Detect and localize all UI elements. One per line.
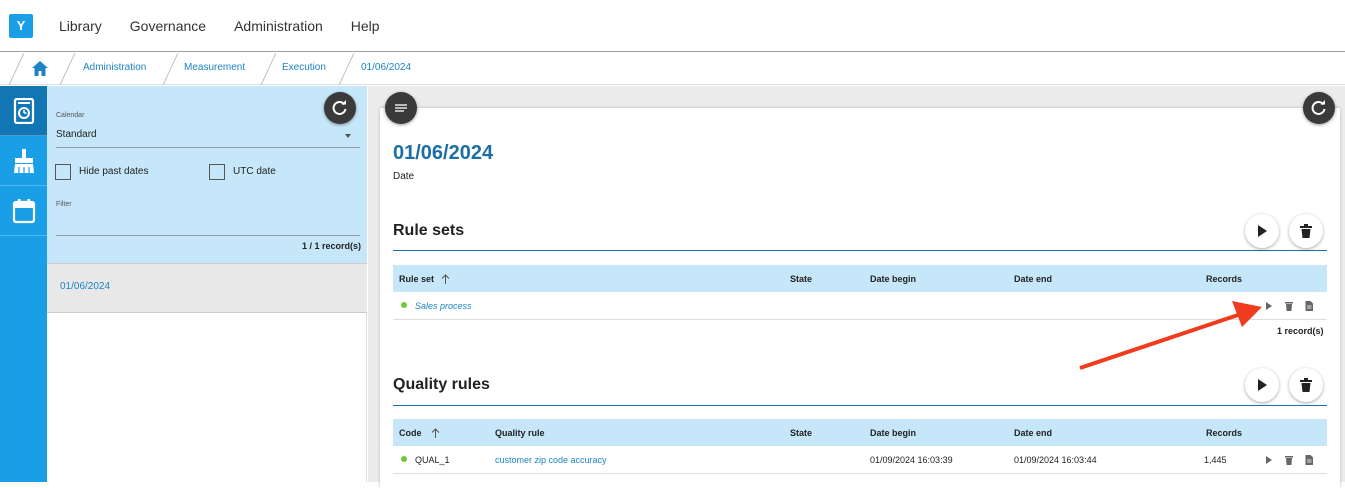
detail-refresh-button[interactable] bbox=[1303, 92, 1335, 124]
main-nav: Library Governance Administration Help bbox=[59, 18, 408, 34]
record-count: 1 / 1 record(s) bbox=[301, 241, 361, 251]
utc-date-checkbox[interactable] bbox=[209, 164, 225, 180]
rule-sets-table-header: Rule set State Date begin Date end Recor… bbox=[393, 265, 1327, 292]
column-header-rule-set[interactable]: Rule set bbox=[399, 274, 434, 284]
nav-governance[interactable]: Governance bbox=[130, 18, 206, 34]
delete-rule-sets-button[interactable] bbox=[1289, 214, 1323, 248]
trash-icon bbox=[1300, 224, 1312, 238]
trash-icon[interactable] bbox=[1283, 300, 1295, 312]
filter-box: Calendar Standard Hide past dates UTC da… bbox=[47, 86, 367, 263]
quality-rule-code: QUAL_1 bbox=[415, 455, 450, 465]
hide-past-dates-label: Hide past dates bbox=[79, 166, 149, 177]
nav-library[interactable]: Library bbox=[59, 18, 102, 34]
column-header-date-end[interactable]: Date end bbox=[1014, 428, 1052, 438]
column-header-date-end[interactable]: Date end bbox=[1014, 274, 1052, 284]
status-dot bbox=[401, 456, 407, 462]
column-header-quality-rule[interactable]: Quality rule bbox=[495, 428, 545, 438]
quality-rule-date-end: 01/09/2024 16:03:44 bbox=[1014, 455, 1097, 465]
quality-rules-title: Quality rules bbox=[393, 376, 490, 393]
rail-item-cleaning[interactable] bbox=[0, 136, 47, 186]
breadcrumb-divider bbox=[260, 53, 277, 85]
home-icon[interactable] bbox=[32, 61, 48, 76]
left-rail bbox=[0, 86, 47, 482]
rule-set-name[interactable]: Sales process bbox=[415, 301, 472, 311]
filter-input[interactable] bbox=[56, 235, 360, 236]
refresh-button[interactable] bbox=[324, 92, 356, 124]
page-title: 01/06/2024 bbox=[393, 142, 494, 164]
nav-administration[interactable]: Administration bbox=[234, 18, 323, 34]
top-bar: Y Library Governance Administration Help bbox=[0, 0, 1345, 52]
rule-sets-title: Rule sets bbox=[393, 222, 465, 239]
measurement-icon bbox=[13, 97, 34, 124]
column-header-date-begin[interactable]: Date begin bbox=[870, 428, 916, 438]
column-header-state[interactable]: State bbox=[790, 428, 812, 438]
quality-rule-name[interactable]: customer zip code accuracy bbox=[495, 455, 607, 465]
rule-sets-record-count: 1 record(s) bbox=[1277, 326, 1324, 336]
page-subtitle: Date bbox=[393, 171, 415, 182]
column-header-records[interactable]: Records bbox=[1206, 428, 1242, 438]
play-icon bbox=[1258, 225, 1267, 237]
column-header-records[interactable]: Records bbox=[1206, 274, 1242, 284]
quality-rule-records: 1,445 bbox=[1204, 455, 1227, 465]
breadcrumb-current: 01/06/2024 bbox=[361, 62, 412, 73]
delete-quality-rules-button[interactable] bbox=[1289, 368, 1323, 402]
calendar-panel: Calendar Standard Hide past dates UTC da… bbox=[47, 86, 367, 482]
play-icon[interactable] bbox=[1263, 454, 1275, 466]
rail-item-calendar[interactable] bbox=[0, 186, 47, 236]
column-header-code[interactable]: Code bbox=[399, 428, 422, 438]
table-row: Sales process bbox=[393, 292, 1327, 320]
column-header-state[interactable]: State bbox=[790, 274, 812, 284]
document-icon[interactable] bbox=[1303, 454, 1315, 466]
chevron-down-icon[interactable] bbox=[345, 134, 351, 138]
document-icon[interactable] bbox=[1303, 300, 1315, 312]
breadcrumb-measurement[interactable]: Measurement bbox=[184, 62, 245, 73]
play-icon bbox=[1258, 379, 1267, 391]
column-header-date-begin[interactable]: Date begin bbox=[870, 274, 916, 284]
sort-up-icon[interactable] bbox=[431, 428, 440, 438]
calendar-select[interactable]: Standard bbox=[56, 129, 97, 140]
play-icon[interactable] bbox=[1263, 300, 1275, 312]
quality-rule-date-begin: 01/09/2024 16:03:39 bbox=[870, 455, 953, 465]
run-quality-rules-button[interactable] bbox=[1245, 368, 1279, 402]
filter-label: Filter bbox=[56, 201, 72, 208]
list-item-date[interactable]: 01/06/2024 bbox=[60, 281, 110, 292]
quality-rules-table-header: Code Quality rule State Date begin Date … bbox=[393, 419, 1327, 446]
brush-icon bbox=[13, 148, 34, 173]
section-divider bbox=[393, 405, 1327, 406]
calendar-label: Calendar bbox=[56, 112, 85, 119]
table-row: QUAL_1 customer zip code accuracy 01/09/… bbox=[393, 446, 1327, 474]
menu-button[interactable] bbox=[385, 92, 417, 124]
breadcrumb-divider bbox=[338, 53, 355, 85]
refresh-icon bbox=[1311, 100, 1326, 115]
rail-item-measurement[interactable] bbox=[0, 86, 47, 136]
breadcrumb-execution[interactable]: Execution bbox=[282, 62, 326, 73]
trash-icon bbox=[1300, 378, 1312, 392]
section-divider bbox=[393, 250, 1327, 251]
sort-up-icon[interactable] bbox=[441, 274, 450, 284]
utc-date-label: UTC date bbox=[233, 166, 276, 177]
nav-help[interactable]: Help bbox=[351, 18, 380, 34]
breadcrumb-divider bbox=[59, 53, 76, 85]
calendar-icon bbox=[12, 198, 35, 223]
hide-past-dates-checkbox[interactable] bbox=[55, 164, 71, 180]
breadcrumb-divider bbox=[162, 53, 179, 85]
breadcrumb-administration[interactable]: Administration bbox=[83, 62, 146, 73]
breadcrumb-divider bbox=[8, 53, 25, 85]
menu-icon bbox=[395, 104, 407, 112]
select-underline bbox=[56, 147, 360, 148]
refresh-icon bbox=[332, 100, 347, 115]
run-rule-sets-button[interactable] bbox=[1245, 214, 1279, 248]
breadcrumb: Administration Measurement Execution 01/… bbox=[0, 53, 1345, 85]
app-logo[interactable]: Y bbox=[9, 14, 33, 38]
list-item[interactable]: 01/06/2024 bbox=[47, 263, 367, 313]
status-dot bbox=[401, 302, 407, 308]
trash-icon[interactable] bbox=[1283, 454, 1295, 466]
